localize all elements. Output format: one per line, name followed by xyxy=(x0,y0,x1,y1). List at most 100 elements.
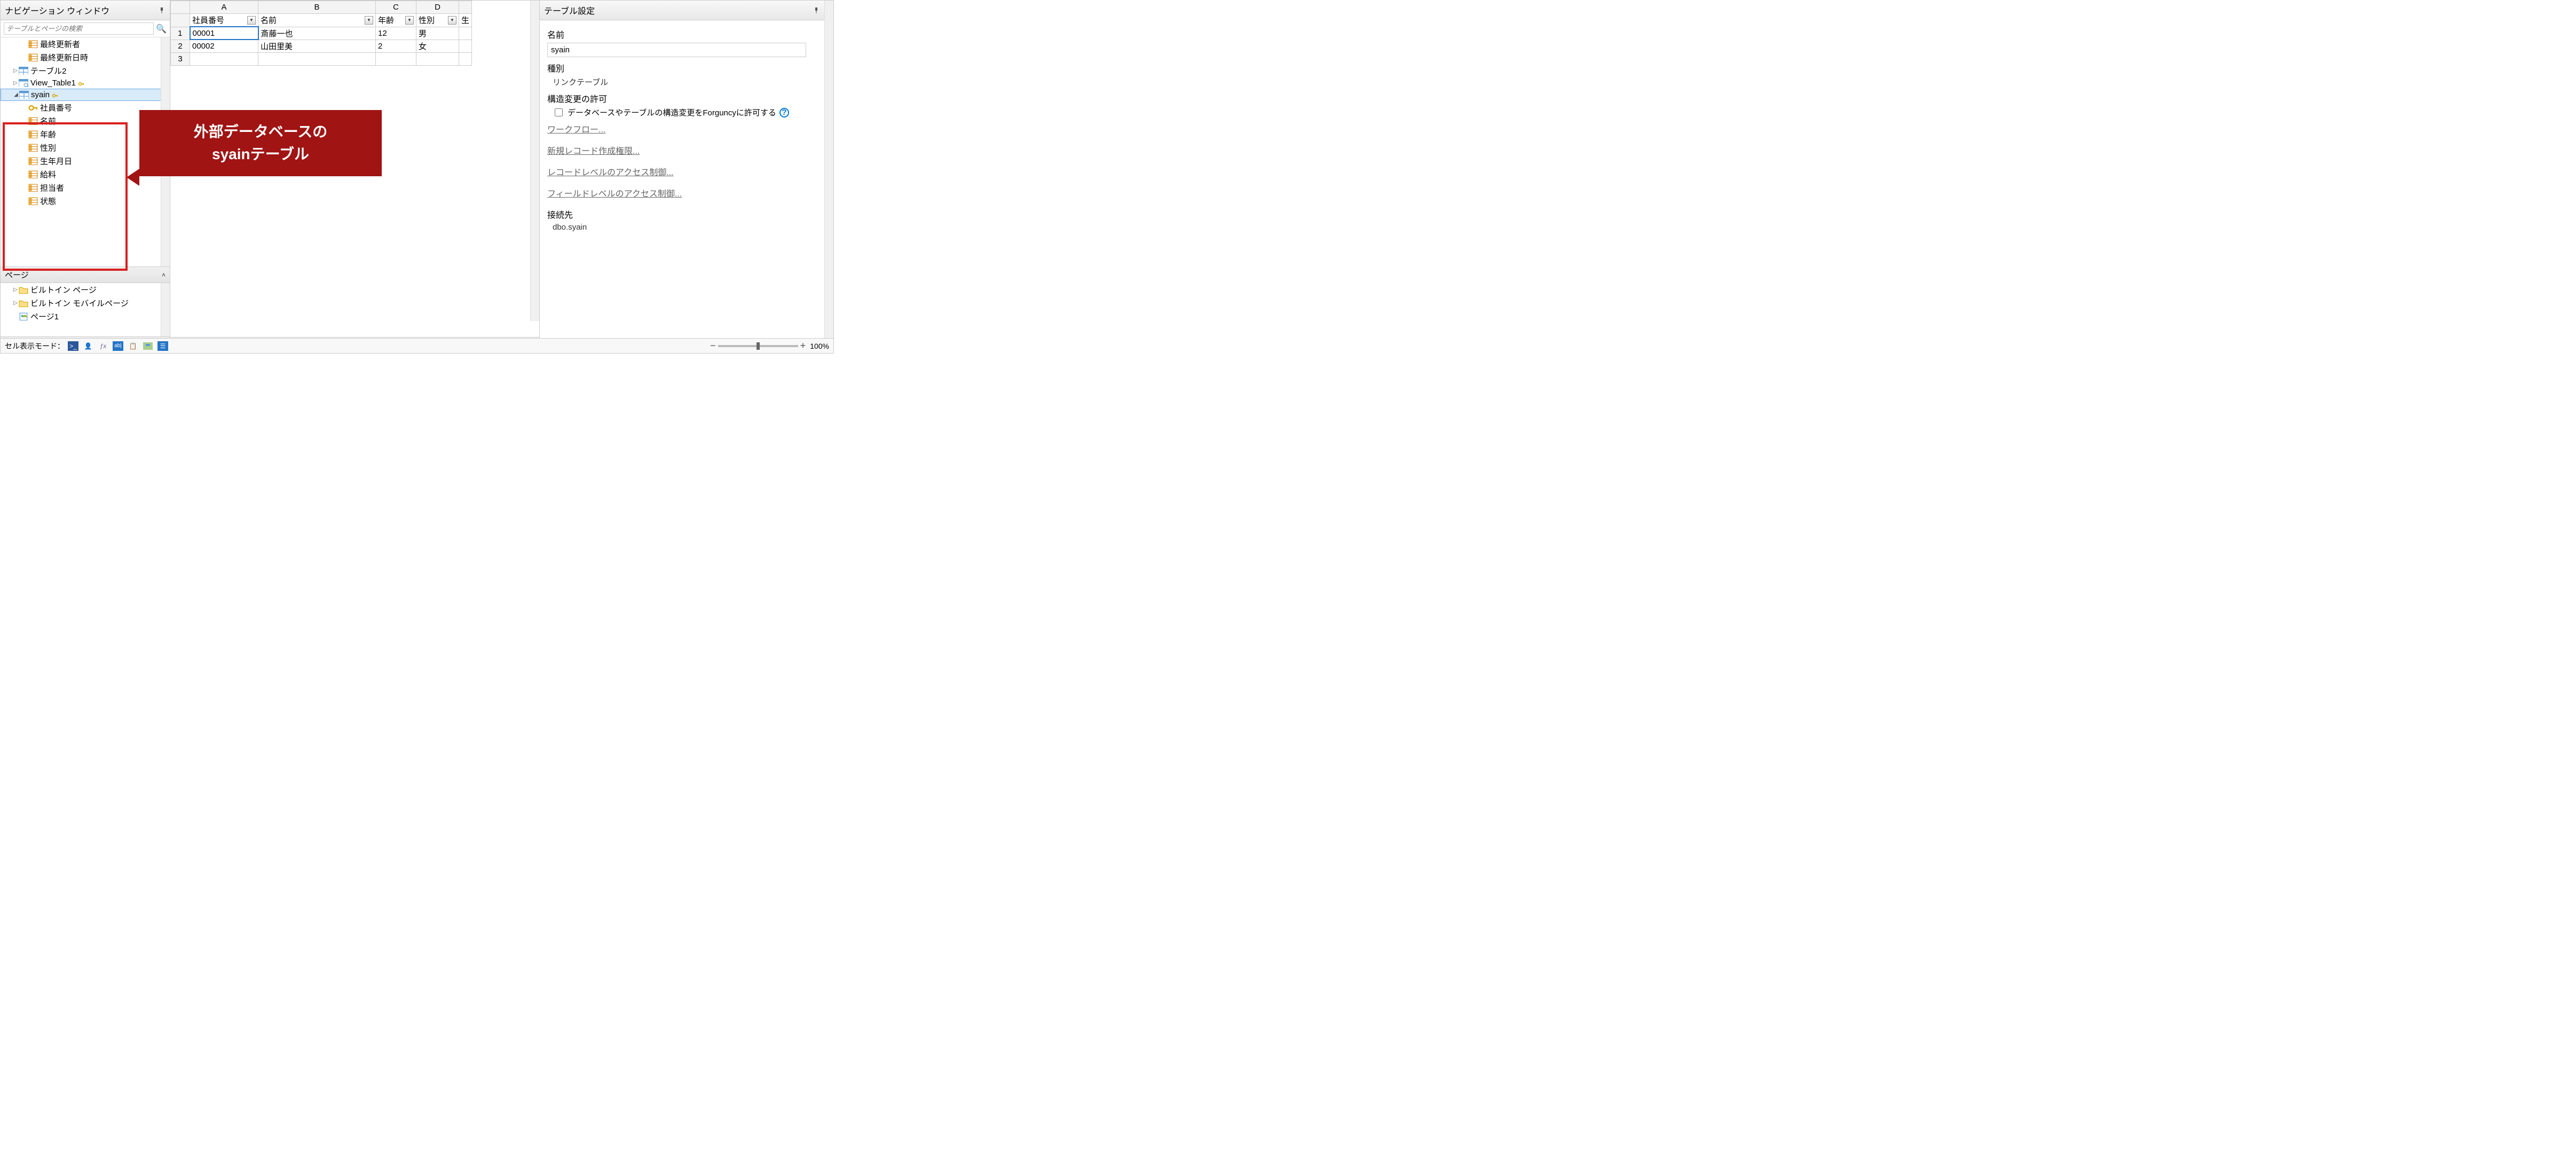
expand-icon[interactable]: ◢ xyxy=(13,92,19,98)
page-item-label: ページ1 xyxy=(30,311,59,322)
expand-icon[interactable]: ▷ xyxy=(12,300,19,306)
grid-cell[interactable]: 斎藤一也 xyxy=(258,27,376,40)
annotation-callout: 外部データベースの syainテーブル xyxy=(139,110,382,176)
filter-dropdown-icon[interactable]: ▼ xyxy=(365,16,373,25)
tree-item[interactable]: ▷テーブル2 xyxy=(1,64,170,77)
settings-panel-title: テーブル設定 xyxy=(544,4,813,17)
mode-list-icon[interactable]: ☰ xyxy=(157,341,168,351)
filter-dropdown-icon[interactable]: ▼ xyxy=(405,16,414,25)
tree-item[interactable]: 最終更新日時 xyxy=(1,51,170,64)
tree-item[interactable]: ▷View_Table1 xyxy=(1,77,170,89)
grid-cell[interactable]: 山田里美 xyxy=(258,40,376,52)
field-icon xyxy=(28,170,38,179)
filter-dropdown-icon[interactable]: ▼ xyxy=(247,16,256,25)
field-icon xyxy=(28,197,38,206)
tree-item-label: 給料 xyxy=(40,169,56,180)
field-header[interactable]: 社員番号▼ xyxy=(190,14,258,27)
grid-cell[interactable]: 00002 xyxy=(190,40,258,52)
mode-ab-icon[interactable]: ab| xyxy=(113,341,123,351)
field-icon xyxy=(28,130,38,139)
search-icon[interactable]: 🔍 xyxy=(156,23,167,34)
pages-section-header[interactable]: ページ ˄ xyxy=(1,267,170,283)
key-field-icon xyxy=(28,104,38,112)
nav-panel-title: ナビゲーション ウィンドウ xyxy=(5,4,158,17)
expand-icon[interactable]: ▷ xyxy=(12,287,19,293)
field-header[interactable]: 年齢▼ xyxy=(376,14,416,27)
column-header-A[interactable]: A xyxy=(190,1,258,14)
table-icon xyxy=(19,67,28,75)
page-tree-item[interactable]: ▷ビルトイン ページ xyxy=(1,283,170,296)
field-icon xyxy=(28,157,38,166)
pin-icon[interactable] xyxy=(813,6,820,14)
expand-icon[interactable]: ▷ xyxy=(12,80,19,86)
pages-scrollbar[interactable] xyxy=(161,283,170,336)
table-row: 1 00001 斎藤一也 12 男 xyxy=(171,27,472,40)
chevron-up-icon[interactable]: ˄ xyxy=(162,271,166,279)
nav-panel-header: ナビゲーション ウィンドウ xyxy=(1,1,170,20)
key-icon xyxy=(78,80,84,87)
tree-item-label: 生年月日 xyxy=(40,155,72,167)
grid-cell[interactable]: 12 xyxy=(376,27,416,40)
grid-cell[interactable]: 2 xyxy=(376,40,416,52)
zoom-in-button[interactable]: + xyxy=(800,340,806,351)
column-header-C[interactable]: C xyxy=(376,1,416,14)
folder-icon xyxy=(19,286,28,294)
workflow-link[interactable]: ワークフロー... xyxy=(547,122,605,135)
field-header[interactable]: 名前▼ xyxy=(258,14,376,27)
tree-item-label: 最終更新日時 xyxy=(40,52,88,63)
field-icon xyxy=(28,117,38,126)
filter-dropdown-icon[interactable]: ▼ xyxy=(448,16,456,25)
mode-terminal-icon[interactable]: >_ xyxy=(68,341,78,351)
table-row: 2 00002 山田里美 2 女 xyxy=(171,40,472,52)
zoom-value: 100% xyxy=(810,342,829,350)
page-item-label: ビルトイン モバイルページ xyxy=(30,297,129,309)
column-header-B[interactable]: B xyxy=(258,1,376,14)
field-icon xyxy=(28,144,38,152)
tree-item-label: syain xyxy=(31,90,50,99)
table-name-input[interactable] xyxy=(547,43,806,57)
allow-struct-checkbox[interactable] xyxy=(555,108,563,116)
page-tree-item[interactable]: ▷ ビルトイン モバイルページ xyxy=(1,296,170,310)
pages-tree[interactable]: ▷ビルトイン ページ▷ビルトイン モバイルページページ1 xyxy=(1,283,170,336)
tree-item[interactable]: 担当者 xyxy=(1,181,170,194)
field-level-link[interactable]: フィールドレベルのアクセス制御... xyxy=(547,186,682,199)
mode-calendar-icon[interactable]: 📋 xyxy=(128,341,138,351)
page-tree-item[interactable]: ページ1 xyxy=(1,310,170,323)
tree-item-label: 性別 xyxy=(40,142,56,153)
zoom-out-button[interactable]: − xyxy=(710,340,716,351)
select-all-corner[interactable] xyxy=(171,1,190,14)
grid-cell[interactable]: 女 xyxy=(416,40,459,52)
grid-vscrollbar[interactable] xyxy=(530,1,539,321)
type-value: リンクテーブル xyxy=(547,76,817,88)
mode-fx-icon[interactable]: ƒx xyxy=(98,341,108,351)
tree-item[interactable]: 状態 xyxy=(1,194,170,208)
field-header[interactable]: 性別▼ xyxy=(416,14,459,27)
field-icon xyxy=(28,53,38,62)
mode-table-icon[interactable] xyxy=(143,341,153,351)
struct-label: 構造変更の許可 xyxy=(547,92,817,105)
grid-cell[interactable]: 男 xyxy=(416,27,459,40)
zoom-slider[interactable] xyxy=(718,345,798,347)
nav-search-input[interactable] xyxy=(4,22,154,35)
record-level-link[interactable]: レコードレベルのアクセス制御... xyxy=(547,165,674,178)
cell-mode-label: セル表示モード： xyxy=(5,341,65,351)
expand-icon[interactable]: ▷ xyxy=(12,68,19,74)
tree-item[interactable]: 最終更新者 xyxy=(1,37,170,51)
settings-scrollbar[interactable] xyxy=(824,1,833,353)
new-record-perm-link[interactable]: 新規レコード作成権限... xyxy=(547,144,640,156)
column-header-D[interactable]: D xyxy=(416,1,459,14)
data-grid[interactable]: A B C D 社員番号▼ 名前▼ 年齢▼ 性別▼ 生 1 00001 xyxy=(170,1,472,66)
conn-value: dbo.syain xyxy=(547,223,817,232)
tree-item[interactable]: ◢ syain xyxy=(1,89,170,101)
grid-cell[interactable]: 00001 xyxy=(190,27,258,40)
tree-item-label: 状態 xyxy=(40,195,56,207)
tree-item-label: 担当者 xyxy=(40,182,64,193)
conn-label: 接続先 xyxy=(547,208,817,221)
page-icon xyxy=(19,312,28,321)
help-icon[interactable]: ? xyxy=(779,108,789,117)
mode-person-icon[interactable]: 👤 xyxy=(83,341,93,351)
pin-icon[interactable] xyxy=(158,6,166,14)
tree-item-label: 最終更新者 xyxy=(40,38,80,50)
status-bar: セル表示モード： >_ 👤 ƒx ab| 📋 ☰ − + 100% xyxy=(1,338,833,353)
view-icon xyxy=(19,79,28,88)
